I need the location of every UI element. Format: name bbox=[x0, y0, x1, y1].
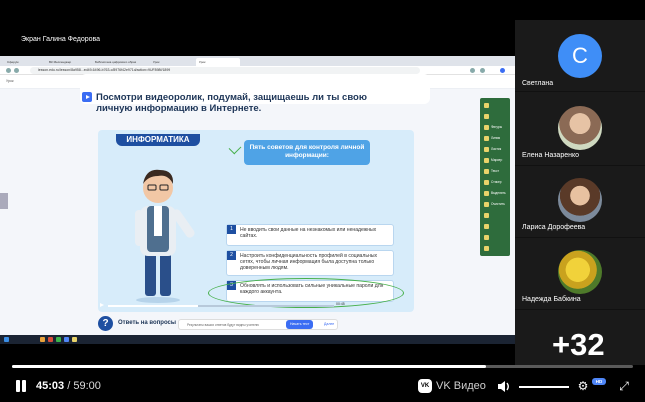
avatar bbox=[558, 250, 602, 294]
volume-slider[interactable] bbox=[519, 386, 569, 388]
browser-tab[interactable]: Сферум bbox=[4, 58, 44, 66]
back-icon[interactable] bbox=[6, 68, 11, 73]
windows-taskbar bbox=[0, 335, 515, 344]
avatar bbox=[558, 106, 602, 150]
participant-tile[interactable]: Лариса Дорофеева bbox=[515, 166, 645, 238]
browser-tab[interactable]: ВК Мессенджер bbox=[46, 58, 90, 66]
participant-name: Елена Назаренко bbox=[522, 152, 580, 159]
extension-icon[interactable] bbox=[470, 68, 475, 73]
taskbar-app-icon[interactable] bbox=[64, 337, 69, 342]
answer-questions-label: Ответь на вопросы bbox=[118, 320, 177, 326]
annotation-tool[interactable]: Стикер bbox=[483, 178, 507, 187]
participant-tile[interactable]: Надежда Бабкина bbox=[515, 238, 645, 310]
tip-number: 2 bbox=[227, 251, 236, 260]
answer-bar: Результаты ваших ответов будут видны учи… bbox=[178, 319, 338, 330]
video-progress-fill bbox=[108, 305, 199, 307]
annotation-tool[interactable] bbox=[483, 101, 507, 110]
taskbar-app-icon[interactable] bbox=[40, 337, 45, 342]
annotation-tool[interactable] bbox=[483, 222, 507, 231]
video-time: 00:45 bbox=[336, 302, 345, 306]
total-time: 59:00 bbox=[73, 380, 101, 392]
tip-text: Не вводить свои данные на незнакомых или… bbox=[240, 227, 377, 239]
browser-tab-active[interactable]: Урок bbox=[196, 58, 240, 66]
tip-item: 2 Настроить конфиденциальность профилей … bbox=[226, 250, 394, 276]
video-play-icon[interactable] bbox=[100, 303, 104, 307]
tip-text: Настроить конфиденциальность профилей в … bbox=[240, 253, 378, 271]
annotation-tool[interactable] bbox=[483, 112, 507, 121]
player-progress-fill bbox=[12, 365, 486, 368]
next-link[interactable]: Далее bbox=[324, 322, 334, 326]
player-progress-bar[interactable] bbox=[12, 365, 633, 368]
video-controls: 00:45 bbox=[98, 302, 414, 312]
taskbar-app-icon[interactable] bbox=[56, 337, 61, 342]
browser-tab-bar: Сферум ВК Мессенджер Библиотека цифровог… bbox=[0, 56, 515, 66]
participant-tile[interactable]: Елена Назаренко bbox=[515, 94, 645, 166]
teacher-illustration bbox=[135, 169, 195, 303]
screen-owner-label: Экран Галина Федорова bbox=[21, 36, 101, 43]
participant-name: Светлана bbox=[522, 80, 554, 87]
annotation-tool[interactable]: Выделить bbox=[483, 189, 507, 198]
time-display: 45:03 / 59:00 bbox=[36, 380, 101, 392]
shared-screen: Сферум ВК Мессенджер Библиотека цифровог… bbox=[0, 56, 515, 344]
taskbar-app-icon[interactable] bbox=[72, 337, 77, 342]
question-icon: ? bbox=[98, 316, 113, 331]
participant-name: Надежда Бабкина bbox=[522, 296, 581, 303]
tip-number: 1 bbox=[227, 225, 236, 234]
browser-tab[interactable]: Библиотека цифрового образ bbox=[92, 58, 148, 66]
vk-video-brand: VK Видео bbox=[436, 380, 486, 392]
side-panel-handle[interactable] bbox=[0, 193, 8, 209]
start-icon[interactable] bbox=[4, 337, 9, 342]
participant-tile[interactable]: С Светлана bbox=[515, 20, 645, 92]
breadcrumb[interactable]: Урок bbox=[6, 79, 14, 83]
url-field[interactable]: lesson.edu.ru/lesson/8a958...ed49-6496-b… bbox=[30, 67, 420, 74]
tips-heading: Пять советов для контроля личной информа… bbox=[244, 140, 370, 165]
avatar bbox=[558, 178, 602, 222]
annotation-tool[interactable]: Фигуры bbox=[483, 123, 507, 132]
annotation-tool[interactable]: Маркер bbox=[483, 156, 507, 165]
settings-gear-icon[interactable]: ⚙ bbox=[576, 379, 590, 393]
tip-item: 1 Не вводить свои данные на незнакомых и… bbox=[226, 224, 394, 246]
quality-badge: HD bbox=[592, 378, 606, 385]
vk-logo-icon: VK bbox=[418, 379, 432, 393]
annotation-tool[interactable] bbox=[483, 211, 507, 220]
checkmark-icon bbox=[228, 141, 242, 155]
task-text: Посмотри видеоролик, подумай, защищаешь … bbox=[96, 92, 367, 114]
fullscreen-icon[interactable]: ⤢ bbox=[617, 379, 631, 393]
extension-icon[interactable] bbox=[480, 68, 485, 73]
vk-video-player: Экран Галина Федорова Сферум ВК Мессендж… bbox=[0, 0, 645, 402]
participants-panel: С Светлана Елена Назаренко Лариса Дорофе… bbox=[515, 20, 645, 365]
start-test-button[interactable]: Начать тест bbox=[286, 320, 314, 329]
video-task-icon bbox=[82, 92, 92, 102]
annotation-tool[interactable]: Очистить bbox=[483, 200, 507, 209]
lesson-video[interactable]: ИНФОРМАТИКА Пять советов для контроля ли… bbox=[98, 130, 414, 312]
annotation-tool[interactable] bbox=[483, 244, 507, 253]
annotation-tool[interactable] bbox=[483, 233, 507, 242]
reload-icon[interactable] bbox=[14, 68, 19, 73]
annotation-tool[interactable]: Линия bbox=[483, 134, 507, 143]
annotation-tool[interactable]: Ластик bbox=[483, 145, 507, 154]
annotation-tool[interactable]: Текст bbox=[483, 167, 507, 176]
browser-tab[interactable]: Урок bbox=[150, 58, 194, 66]
answer-note: Результаты ваших ответов будут видны учи… bbox=[187, 323, 259, 327]
avatar: С bbox=[558, 34, 602, 78]
video-progress-bar[interactable] bbox=[108, 305, 334, 307]
subject-tag: ИНФОРМАТИКА bbox=[116, 134, 200, 146]
current-time: 45:03 bbox=[36, 380, 65, 392]
volume-icon[interactable] bbox=[497, 380, 511, 393]
annotation-toolbar: Фигуры Линия Ластик Маркер Текст Стикер Выдели… bbox=[480, 98, 510, 256]
profile-icon[interactable] bbox=[500, 68, 505, 73]
more-participants-count[interactable]: +32 bbox=[552, 327, 605, 363]
pause-icon[interactable] bbox=[14, 379, 28, 393]
participant-name: Лариса Дорофеева bbox=[522, 224, 586, 231]
taskbar-app-icon[interactable] bbox=[48, 337, 53, 342]
